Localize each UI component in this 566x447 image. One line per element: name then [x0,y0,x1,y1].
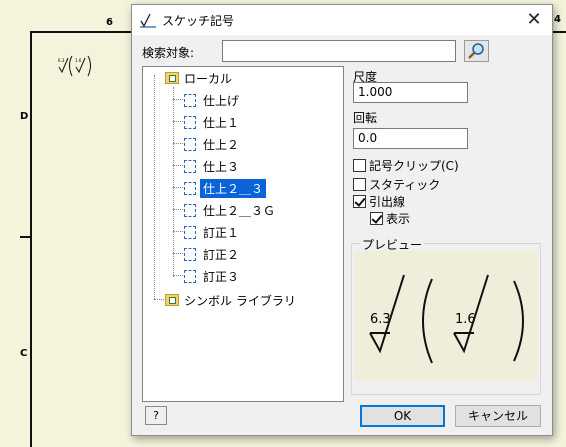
static-label: スタティック [369,178,441,192]
checkbox-box [353,178,366,191]
help-icon: ? [153,409,159,422]
symbol-icon [184,269,196,283]
search-label: 検索対象: [142,46,195,60]
tree-item[interactable]: 仕上２ [184,135,239,153]
rotation-label: 回転 [353,111,378,125]
display-checkbox[interactable]: 表示 [370,210,410,227]
display-label: 表示 [386,212,411,226]
leader-label: 引出線 [369,195,406,209]
tree-folder-local[interactable]: ローカル [165,69,232,87]
close-button[interactable]: ✕ [522,8,546,32]
tree-item-label: 仕上２＿３ [200,178,267,198]
tree-item[interactable]: 仕上げ [184,91,239,109]
symbol-icon [184,181,196,195]
tree-item[interactable]: 訂正２ [184,245,239,263]
checkbox-box [353,195,366,208]
sketch-symbol-icon [140,13,156,28]
symbol-icon [184,159,196,173]
column-label-4: 4 [554,14,561,25]
search-input[interactable] [222,40,456,62]
leader-checkbox[interactable]: 引出線 [353,193,405,210]
rotation-input[interactable]: 0.0 [353,128,468,149]
tree-item[interactable]: 訂正１ [184,223,239,241]
static-checkbox[interactable]: スタティック [353,176,440,193]
tree-item-label: 仕上３ [203,159,240,174]
dialog-titlebar[interactable]: スケッチ記号 ✕ [132,5,552,35]
tree-item-label: 仕上１ [203,115,240,130]
checkbox-box [370,212,383,225]
symbol-clip-checkbox[interactable]: 記号クリップ(C) [353,157,459,174]
drawing-frame-left [30,31,32,447]
symbol-tree[interactable]: ローカル 仕上げ 仕上１ 仕上２ 仕上３ 仕上２＿３ 仕上２＿３Ｇ 訂正１ 訂正… [142,66,344,402]
tree-item-label: 訂正３ [203,269,240,284]
tree-item-label: 訂正１ [203,225,240,240]
tree-item[interactable]: 訂正３ [184,267,239,285]
tree-item[interactable]: 仕上３ [184,157,239,175]
scale-input[interactable]: 1.000 [353,82,468,103]
ok-button[interactable]: OK [360,405,445,427]
search-icon [468,43,484,59]
tree-item-label: 仕上げ [203,93,240,108]
help-button[interactable]: ? [145,406,167,425]
tree-folder-label: ローカル [184,71,233,86]
tree-folder-library[interactable]: シンボル ライブラリ [165,291,296,309]
symbol-icon [184,203,196,217]
checkbox-box [353,159,366,172]
tree-folder-label: シンボル ライブラリ [184,293,296,308]
cancel-button[interactable]: キャンセル [455,405,541,427]
sketch-symbol-dialog: スケッチ記号 ✕ 検索対象: ローカル 仕上げ 仕上１ 仕上２ 仕上３ 仕上２＿… [131,4,553,436]
symbol-icon [184,115,196,129]
symbol-icon [184,247,196,261]
preview-symbol: 6.3 1.6 [369,274,524,364]
surface-finish-symbol[interactable]: 6.3 1.6 [55,50,101,80]
column-label-6: 6 [106,17,113,28]
dialog-title: スケッチ記号 [162,14,235,28]
tree-item-selected[interactable]: 仕上２＿３ [184,178,267,198]
symbol-icon [184,93,196,107]
symbol-icon [184,225,196,239]
row-label-d: D [20,111,29,122]
drawing-zone-tick [20,236,31,238]
folder-icon [165,294,179,306]
tree-item[interactable]: 仕上２＿３Ｇ [184,201,275,219]
tree-item-label: 仕上２ [203,137,240,152]
search-button[interactable] [464,40,489,62]
bg-symbol-value-2: 1.6 [75,58,82,63]
tree-item-label: 仕上２＿３Ｇ [203,203,276,218]
row-label-c: C [20,348,28,359]
symbol-clip-label: 記号クリップ(C) [369,159,459,173]
tree-item[interactable]: 仕上１ [184,113,239,131]
tree-item-label: 訂正２ [203,247,240,262]
bg-symbol-value-1: 6.3 [58,58,65,63]
folder-icon [165,72,179,84]
preview-area: 6.3 1.6 [354,251,538,381]
symbol-icon [184,137,196,151]
